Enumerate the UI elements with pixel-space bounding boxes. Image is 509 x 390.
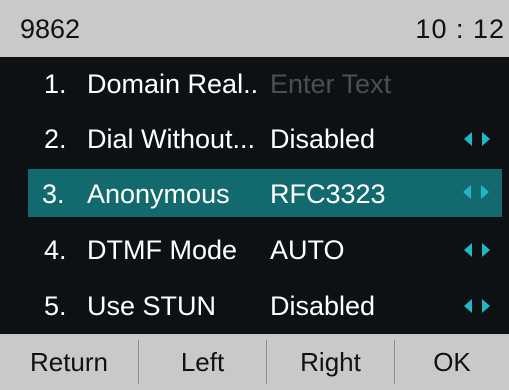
left-right-arrows-icon[interactable] (463, 299, 491, 313)
menu-item-use-stun[interactable]: 5. Use STUN Disabled (0, 279, 509, 334)
item-number: 3. (42, 179, 65, 209)
item-value: RFC3323 (270, 179, 386, 209)
return-softkey[interactable]: Return (0, 334, 138, 390)
item-value: Disabled (270, 291, 376, 321)
menu-item-domain-realm[interactable]: 1. Domain Real.. Enter Text (0, 57, 509, 112)
left-right-arrows-icon[interactable] (463, 243, 491, 257)
left-softkey[interactable]: Left (139, 334, 266, 390)
clock: 10 : 12 (415, 14, 505, 44)
extension-number: 9862 (20, 14, 81, 44)
item-label: Anonymous (87, 179, 230, 209)
item-label: Dial Without... (87, 124, 256, 154)
ok-softkey[interactable]: OK (395, 334, 509, 390)
domain-realm-input[interactable]: Enter Text (270, 69, 391, 100)
left-right-arrows-icon[interactable] (462, 185, 490, 199)
item-value: AUTO (270, 235, 345, 265)
status-bar: 9862 10 : 12 (0, 0, 509, 57)
menu-item-anonymous[interactable]: 3. Anonymous RFC3323 (28, 169, 502, 217)
item-label: Use STUN (87, 291, 217, 321)
menu-item-dial-without[interactable]: 2. Dial Without... Disabled (0, 112, 509, 167)
left-right-arrows-icon[interactable] (463, 132, 491, 146)
item-value: Disabled (270, 124, 376, 154)
item-label: DTMF Mode (87, 235, 238, 265)
softkey-bar: Return Left Right OK (0, 334, 509, 390)
item-number: 4. (44, 235, 67, 265)
phone-screen: 9862 10 : 12 1. Domain Real.. Enter Text… (0, 0, 509, 390)
item-number: 1. (44, 69, 67, 99)
item-number: 5. (44, 291, 67, 321)
item-label: Domain Real.. (87, 69, 259, 99)
right-softkey[interactable]: Right (267, 334, 394, 390)
item-number: 2. (44, 124, 67, 154)
settings-menu: 1. Domain Real.. Enter Text 2. Dial With… (0, 57, 509, 334)
menu-item-dtmf-mode[interactable]: 4. DTMF Mode AUTO (0, 223, 509, 278)
